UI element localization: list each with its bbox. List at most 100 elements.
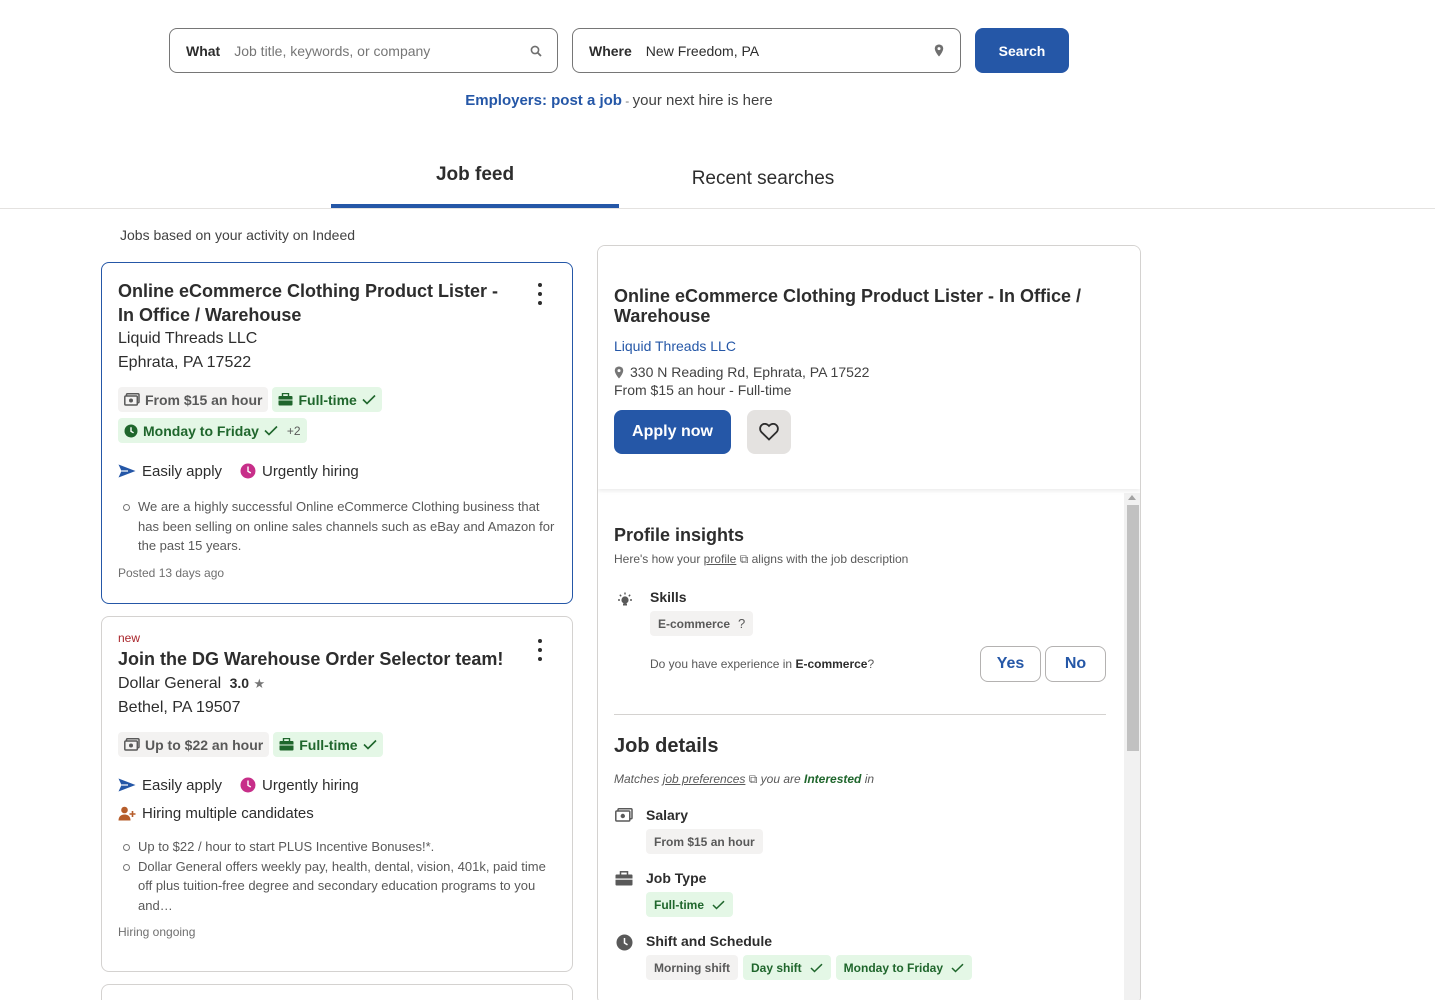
job-details-title: Job details [614,735,719,757]
question-text-2: ? [867,657,875,671]
detail-address-text: 330 N Reading Rd, Ephrata, PA 17522 [630,364,870,380]
job-details-subtitle: Matches job preferences ⧉ you are Intere… [614,772,1124,787]
profile-link[interactable]: profile [704,552,737,566]
company-name: Dollar General [118,675,222,692]
job-detail-panel: Online eCommerce Clothing Product Lister… [597,245,1141,1000]
interested-label: Interested [804,772,862,786]
more-options-icon[interactable] [530,283,550,305]
star-icon: ★ [253,676,266,691]
section-divider [614,714,1106,715]
job-detail-body[interactable]: Profile insights Here's how your profile… [598,491,1124,1000]
tab-job-feed[interactable]: Job feed [331,150,619,208]
employers-separator: - [621,94,633,108]
insights-sub-text: Here's how your [614,552,704,566]
more-chip-count: +2 [286,423,301,438]
where-input[interactable] [645,42,932,59]
urgently-hiring: Urgently hiring [240,457,359,485]
apply-now-button[interactable]: Apply now [614,410,731,454]
feed-tabs: Job feed Recent searches [0,150,1435,209]
pay-chip: Up to $22 an hour [118,732,270,757]
post-job-link[interactable]: Employers: post a job [465,92,622,109]
checkmark-icon [712,900,725,910]
no-button[interactable]: No [1045,646,1106,682]
job-title[interactable]: Join the DG Warehouse Order Selector tea… [118,647,518,671]
external-link-icon: ⧉ [745,772,758,786]
send-icon [118,464,136,478]
skill-question-text: Do you have experience in E-commerce? [650,657,874,671]
shift-tag[interactable]: Day shift [742,955,831,980]
urgently-hiring-text: Urgently hiring [262,462,359,480]
urgent-clock-icon [240,777,256,793]
scroll-up-arrow-icon[interactable] [1128,495,1136,500]
person-add-icon [118,806,136,820]
profile-insights-subtitle: Here's how your profile ⧉ aligns with th… [614,552,1124,567]
search-button[interactable]: Search [975,28,1069,73]
detail-company-link[interactable]: Liquid Threads LLC [614,338,1124,354]
job-type-tag[interactable]: Full-time [646,892,733,917]
schedule-text: Monday to Friday [143,422,259,439]
search-icon [529,44,543,58]
heart-icon [759,423,779,441]
question-text-1: Do you have experience in [650,657,796,671]
scroll-thumb[interactable] [1127,505,1139,751]
checkmark-icon [810,963,823,973]
where-field[interactable]: Where [572,28,961,73]
pay-chip: From $15 an hour [118,387,269,412]
job-card[interactable]: new Join the DG Warehouse Order Selector… [101,616,573,972]
job-chips: From $15 an hour Full-time Monday to Fri… [118,387,538,443]
tab-recent-searches[interactable]: Recent searches [619,150,907,208]
job-type-tag-text: Full-time [654,897,704,912]
what-field[interactable]: What [169,28,558,73]
job-card[interactable] [101,984,573,1000]
detail-address: 330 N Reading Rd, Ephrata, PA 17522 [614,364,1124,380]
job-snippet: Up to $22 / hour to start PLUS Incentive… [118,837,556,915]
money-icon [124,738,140,751]
insights-sub-text-2: aligns with the job description [748,552,909,566]
easily-apply: Easily apply [118,457,222,485]
employers-tagline: your next hire is here [632,92,773,109]
yes-button[interactable]: Yes [980,646,1041,682]
company-rating: 3.0 [229,675,250,691]
hiring-multiple-text: Hiring multiple candidates [142,804,314,822]
what-input[interactable] [234,42,529,59]
profile-insights-title: Profile insights [614,525,745,545]
shift-tags: Morning shift Day shift Monday to Friday [646,949,973,980]
shift-tag-text: Day shift [750,960,802,975]
job-type-chip: Full-time [272,387,382,412]
easily-apply-text: Easily apply [142,462,223,480]
salary-tag[interactable]: From $15 an hour [646,829,763,854]
job-location: Bethel, PA 19507 [118,699,241,716]
money-icon [124,393,140,406]
question-icon: ? [738,616,746,631]
more-options-icon[interactable] [530,639,550,661]
easily-apply: Easily apply [118,771,222,799]
job-card[interactable]: Online eCommerce Clothing Product Lister… [101,262,573,604]
skill-tag[interactable]: E-commerce ? [650,611,754,636]
money-icon [614,807,634,854]
checkmark-icon [951,963,964,973]
posted-date: Hiring ongoing [118,925,196,939]
send-icon [118,778,136,792]
detail-actions: Apply now [614,410,1124,454]
feed-caption: Jobs based on your activity on Indeed [120,227,356,243]
urgently-hiring: Urgently hiring [240,771,359,799]
job-preferences-link[interactable]: job preferences [663,772,746,786]
briefcase-icon [614,870,634,917]
shift-label: Shift and Schedule [646,933,773,949]
salary-label: Salary [646,807,689,823]
shift-tag[interactable]: Morning shift [646,955,738,980]
skill-tag-text: E-commerce [658,616,731,631]
company-name: Liquid Threads LLC [118,330,258,347]
detail-scrollbar[interactable] [1124,493,1140,1000]
shift-tag[interactable]: Monday to Friday [835,955,973,980]
detail-job-title: Online eCommerce Clothing Product Lister… [614,286,1082,326]
easily-apply-text: Easily apply [142,776,223,794]
yes-no-group: Yes No [980,646,1106,682]
job-location: Ephrata, PA 17522 [118,354,252,371]
snippet-item: Dollar General offers weekly pay, health… [123,857,556,916]
posted-date: Posted 13 days ago [118,565,225,580]
save-job-button[interactable] [747,410,791,454]
pay-text: Up to $22 an hour [145,736,264,753]
job-title[interactable]: Online eCommerce Clothing Product Lister… [118,279,518,327]
external-link-icon: ⧉ [736,552,749,566]
